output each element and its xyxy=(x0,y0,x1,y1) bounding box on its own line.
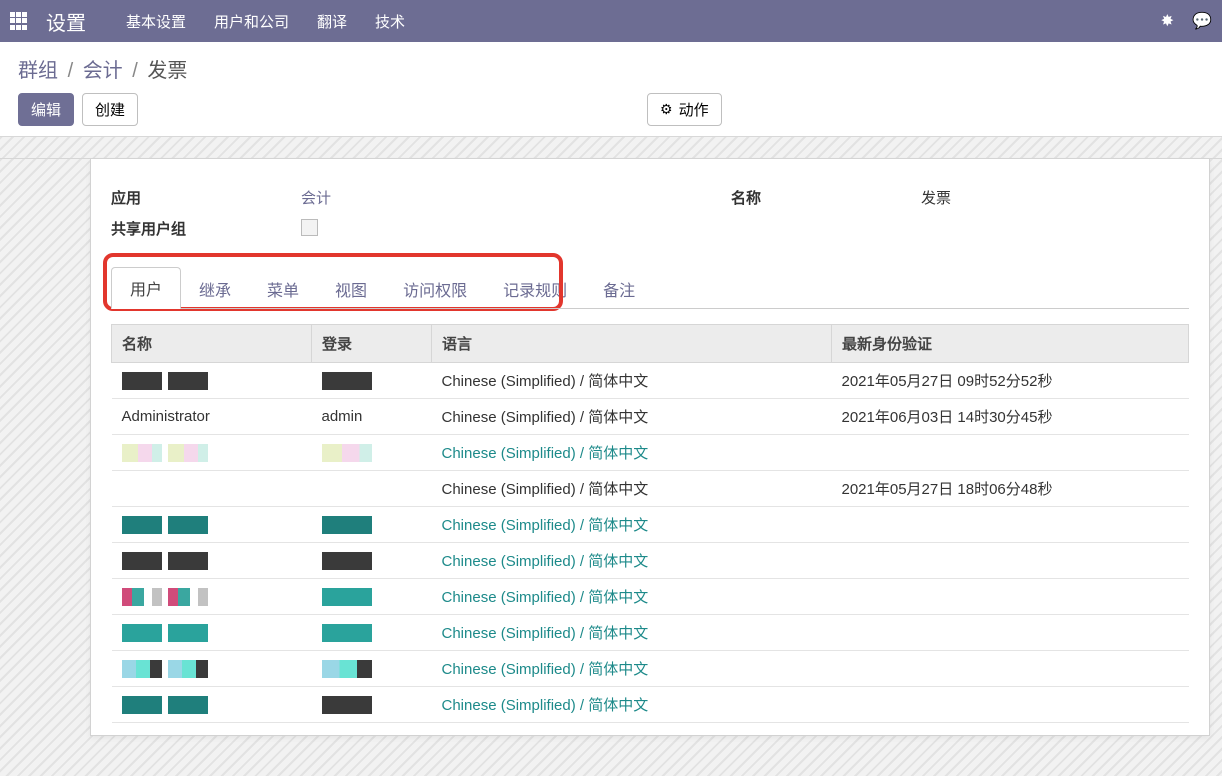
cell-name xyxy=(112,543,312,579)
cell-language: Chinese (Simplified) / 简体中文 xyxy=(432,471,832,507)
cell-name: Administrator xyxy=(112,399,312,435)
cell-last-auth xyxy=(832,543,1189,579)
tab-inherit[interactable]: 继承 xyxy=(181,269,249,309)
col-name[interactable]: 名称 xyxy=(112,325,312,363)
cell-last-auth xyxy=(832,579,1189,615)
col-login[interactable]: 登录 xyxy=(312,325,432,363)
action-button[interactable]: ⚙ 动作 xyxy=(647,93,722,126)
label-name: 名称 xyxy=(731,187,921,208)
nav-basic-settings[interactable]: 基本设置 xyxy=(126,11,186,32)
cell-last-auth: 2021年06月03日 14时30分45秒 xyxy=(832,399,1189,435)
table-row[interactable]: Chinese (Simplified) / 简体中文 xyxy=(112,543,1189,579)
top-navbar: 设置 基本设置 用户和公司 翻译 技术 ✸ 💬 xyxy=(0,0,1222,42)
label-application: 应用 xyxy=(111,187,301,208)
cell-name xyxy=(112,471,312,507)
cell-login xyxy=(312,651,432,687)
cell-language[interactable]: Chinese (Simplified) / 简体中文 xyxy=(432,651,832,687)
value-application[interactable]: 会计 xyxy=(301,187,731,208)
cell-name xyxy=(112,507,312,543)
apps-icon[interactable] xyxy=(10,12,28,30)
tab-notes[interactable]: 备注 xyxy=(585,269,653,309)
tab-record-rules[interactable]: 记录规则 xyxy=(485,269,585,309)
table-row[interactable]: Chinese (Simplified) / 简体中文2021年05月27日 1… xyxy=(112,471,1189,507)
cell-name xyxy=(112,579,312,615)
nav-technical[interactable]: 技术 xyxy=(375,11,405,32)
breadcrumb-current: 发票 xyxy=(147,60,187,82)
breadcrumb-root[interactable]: 群组 xyxy=(18,60,58,82)
cell-login xyxy=(312,615,432,651)
cell-language[interactable]: Chinese (Simplified) / 简体中文 xyxy=(432,435,832,471)
gear-icon: ⚙ xyxy=(660,101,673,118)
tab-views[interactable]: 视图 xyxy=(317,269,385,309)
cell-language[interactable]: Chinese (Simplified) / 简体中文 xyxy=(432,687,832,723)
cell-last-auth xyxy=(832,651,1189,687)
table-row[interactable]: AdministratoradminChinese (Simplified) /… xyxy=(112,399,1189,435)
debug-icon[interactable]: ✸ xyxy=(1161,11,1174,31)
col-last-auth[interactable]: 最新身份验证 xyxy=(832,325,1189,363)
users-table: 名称 登录 语言 最新身份验证 Chinese (Simplified) / 简… xyxy=(111,324,1189,723)
table-row[interactable]: Chinese (Simplified) / 简体中文 xyxy=(112,651,1189,687)
cell-last-auth: 2021年05月27日 09时52分52秒 xyxy=(832,363,1189,399)
cell-name xyxy=(112,651,312,687)
control-panel: 群组 / 会计 / 发票 编辑 创建 ⚙ 动作 xyxy=(0,42,1222,137)
nav-users-companies[interactable]: 用户和公司 xyxy=(214,11,289,32)
table-row[interactable]: Chinese (Simplified) / 简体中文2021年05月27日 0… xyxy=(112,363,1189,399)
cell-name xyxy=(112,435,312,471)
edit-button[interactable]: 编辑 xyxy=(18,93,74,126)
cell-login: admin xyxy=(312,399,432,435)
table-row[interactable]: Chinese (Simplified) / 简体中文 xyxy=(112,507,1189,543)
sheet-backdrop-top xyxy=(0,137,1222,159)
create-button[interactable]: 创建 xyxy=(82,93,138,126)
col-lang[interactable]: 语言 xyxy=(432,325,832,363)
tab-menus[interactable]: 菜单 xyxy=(249,269,317,309)
form-sheet: 应用 会计 名称 发票 共享用户组 用户 继承 菜单 视图 访问权限 记录规则 … xyxy=(90,159,1210,736)
cell-login xyxy=(312,363,432,399)
cell-name xyxy=(112,615,312,651)
cell-language[interactable]: Chinese (Simplified) / 简体中文 xyxy=(432,615,832,651)
cell-login xyxy=(312,579,432,615)
share-group-checkbox[interactable] xyxy=(301,219,318,236)
cell-language: Chinese (Simplified) / 简体中文 xyxy=(432,399,832,435)
table-row[interactable]: Chinese (Simplified) / 简体中文 xyxy=(112,615,1189,651)
cell-last-auth xyxy=(832,687,1189,723)
cell-name xyxy=(112,363,312,399)
cell-last-auth xyxy=(832,615,1189,651)
cell-language[interactable]: Chinese (Simplified) / 简体中文 xyxy=(432,579,832,615)
nav-translate[interactable]: 翻译 xyxy=(317,11,347,32)
cell-login xyxy=(312,507,432,543)
cell-language[interactable]: Chinese (Simplified) / 简体中文 xyxy=(432,543,832,579)
cell-login xyxy=(312,435,432,471)
tab-access-rights[interactable]: 访问权限 xyxy=(385,269,485,309)
table-row[interactable]: Chinese (Simplified) / 简体中文 xyxy=(112,687,1189,723)
app-title: 设置 xyxy=(46,7,86,36)
table-row[interactable]: Chinese (Simplified) / 简体中文 xyxy=(112,579,1189,615)
cell-login xyxy=(312,471,432,507)
cell-last-auth xyxy=(832,507,1189,543)
table-row[interactable]: Chinese (Simplified) / 简体中文 xyxy=(112,435,1189,471)
cell-name xyxy=(112,687,312,723)
breadcrumb: 群组 / 会计 / 发票 xyxy=(18,54,1204,83)
cell-last-auth xyxy=(832,435,1189,471)
cell-language: Chinese (Simplified) / 简体中文 xyxy=(432,363,832,399)
messages-icon[interactable]: 💬 xyxy=(1192,11,1212,31)
breadcrumb-mid[interactable]: 会计 xyxy=(83,60,123,82)
tabs: 用户 继承 菜单 视图 访问权限 记录规则 备注 xyxy=(111,267,1189,309)
cell-last-auth: 2021年05月27日 18时06分48秒 xyxy=(832,471,1189,507)
action-button-label: 动作 xyxy=(679,99,709,120)
cell-login xyxy=(312,543,432,579)
form-fields: 应用 会计 名称 发票 共享用户组 xyxy=(91,187,1209,239)
cell-login xyxy=(312,687,432,723)
label-share-group: 共享用户组 xyxy=(111,218,301,239)
tab-users[interactable]: 用户 xyxy=(111,267,181,309)
cell-language[interactable]: Chinese (Simplified) / 简体中文 xyxy=(432,507,832,543)
value-name: 发票 xyxy=(921,187,1189,208)
